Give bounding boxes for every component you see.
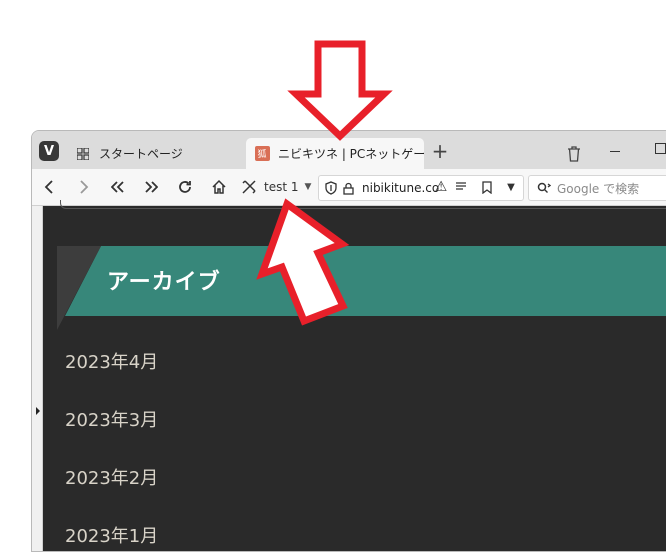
new-tab-button[interactable]: +	[430, 141, 450, 162]
double-chevron-left-icon	[111, 181, 124, 193]
address-dropdown-icon[interactable]: ▼	[502, 175, 520, 199]
fast-forward-button[interactable]	[140, 175, 162, 199]
grid-icon	[75, 146, 91, 162]
reload-icon	[179, 181, 191, 193]
vivaldi-logo-icon: V	[43, 143, 55, 159]
content-box-edge	[60, 200, 666, 209]
search-engine-icon	[537, 182, 551, 194]
tab-nibikitune[interactable]: 狐 ニビキツネ | PCネットゲーム漫画	[246, 138, 424, 169]
forward-button[interactable]	[73, 175, 95, 199]
warning-icon[interactable]: ⚠	[432, 175, 450, 199]
chevron-left-icon	[44, 180, 53, 194]
bookmark-icon[interactable]	[478, 175, 496, 199]
chevron-down-icon: ▼	[304, 182, 312, 192]
archive-title: アーカイブ	[107, 270, 221, 295]
archive-link-2023-04[interactable]: 2023年4月	[65, 348, 158, 374]
tab-label: ニビキツネ | PCネットゲーム漫画	[278, 147, 424, 161]
chevron-right-icon	[80, 180, 89, 194]
archive-header: アーカイブ	[57, 246, 666, 330]
tab-start-page[interactable]: スタートページ	[67, 138, 242, 169]
vivaldi-menu-button[interactable]: V	[39, 141, 59, 161]
rewind-button[interactable]	[107, 175, 129, 199]
archive-link-2023-02[interactable]: 2023年2月	[65, 464, 158, 490]
double-chevron-right-icon	[145, 181, 158, 193]
profile-label: test 1	[264, 180, 299, 194]
search-field[interactable]: Google で検索	[528, 175, 666, 201]
url-text[interactable]: nibikitune.co	[362, 181, 439, 195]
browser-window: V スタートページ 狐 ニビキツネ | PCネットゲーム漫画 +	[31, 130, 666, 552]
archive-link-2023-03[interactable]: 2023年3月	[65, 406, 158, 432]
tab-bar: V スタートページ 狐 ニビキツネ | PCネットゲーム漫画 +	[32, 131, 666, 169]
tools-icon	[242, 180, 256, 194]
home-icon	[212, 179, 226, 194]
archive-link-2023-01[interactable]: 2023年1月	[65, 522, 158, 548]
search-placeholder: Google で検索	[557, 181, 640, 196]
home-button[interactable]	[208, 175, 230, 199]
tab-label: スタートページ	[99, 147, 183, 161]
down-arrow-annotation	[287, 40, 393, 141]
lock-icon[interactable]	[343, 182, 354, 195]
side-panel-toggle[interactable]	[32, 206, 43, 551]
minimize-button[interactable]	[610, 151, 620, 152]
shield-icon[interactable]	[325, 181, 337, 195]
expand-arrow-icon	[36, 407, 40, 415]
maximize-button[interactable]	[655, 143, 666, 154]
site-favicon-icon: 狐	[254, 146, 270, 162]
reader-view-icon[interactable]	[452, 175, 470, 199]
back-button[interactable]	[38, 175, 60, 199]
web-page: アーカイブ 2023年4月 2023年3月 2023年2月 2023年1月	[32, 200, 666, 551]
profile-selector[interactable]: test 1 ▼	[240, 175, 311, 199]
reload-button[interactable]	[174, 175, 196, 199]
trash-icon[interactable]	[566, 145, 582, 163]
